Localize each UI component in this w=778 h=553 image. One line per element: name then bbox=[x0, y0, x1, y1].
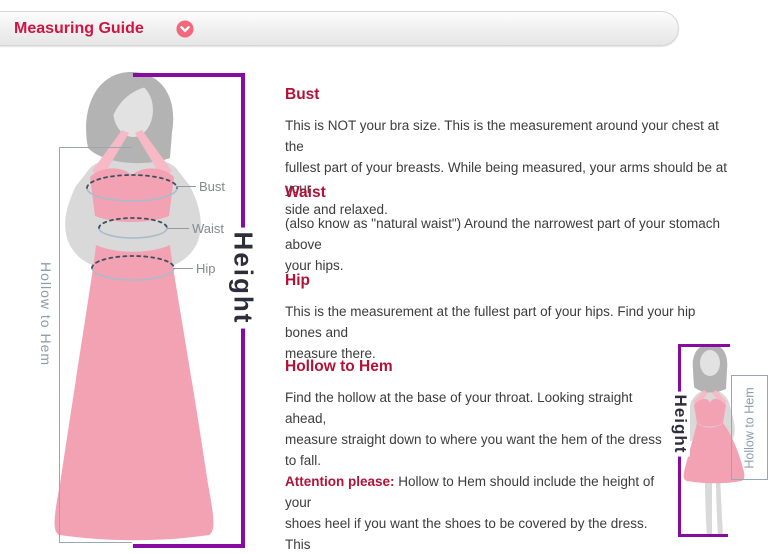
small-hollow-to-hem-label: Hollow to Hem bbox=[743, 387, 757, 468]
height-label: Height bbox=[228, 228, 259, 329]
hip-diagram-label: Hip bbox=[196, 261, 216, 276]
hollow-bracket-top bbox=[59, 147, 132, 148]
small-legs bbox=[705, 476, 723, 537]
chevron-down-icon bbox=[176, 20, 194, 38]
front-figure-illustration bbox=[38, 64, 258, 553]
small-height-label: Height bbox=[670, 392, 690, 457]
small-hollow-to-hem-box: Hollow to Hem bbox=[731, 375, 768, 480]
attention-please-label: Attention please: bbox=[285, 474, 395, 489]
height-bracket-top bbox=[133, 73, 245, 77]
section-waist: Waist (also know as "natural waist") Aro… bbox=[285, 184, 730, 276]
chevron-down-icon[interactable] bbox=[176, 20, 194, 38]
hollow-to-hem-label: Hollow to Hem bbox=[38, 262, 54, 366]
measuring-guide-page: Measuring Guide bbox=[0, 0, 778, 553]
bust-diagram-label: Bust bbox=[199, 179, 225, 194]
page-title: Measuring Guide bbox=[14, 12, 144, 45]
hollow-bracket-line bbox=[59, 147, 60, 542]
measuring-guide-header-bar[interactable]: Measuring Guide bbox=[0, 11, 679, 46]
hollow-to-hem-heading: Hollow to Hem bbox=[285, 358, 673, 376]
small-height-bracket-bottom bbox=[678, 534, 728, 537]
hollow-to-hem-paragraph: Find the hollow at the base of your thro… bbox=[285, 387, 673, 553]
dress-bodice bbox=[90, 168, 174, 222]
height-bracket-bottom bbox=[133, 544, 245, 548]
waist-diagram-label: Waist bbox=[192, 221, 224, 236]
waist-paragraph: (also know as "natural waist") Around th… bbox=[285, 213, 730, 276]
dress-skirt bbox=[55, 245, 214, 540]
bust-heading: Bust bbox=[285, 86, 730, 104]
small-face-shape bbox=[700, 350, 720, 376]
hip-heading: Hip bbox=[285, 272, 730, 290]
bust-pointer-line bbox=[176, 186, 196, 187]
small-height-bracket-top bbox=[678, 344, 730, 347]
section-hollow-to-hem: Hollow to Hem Find the hollow at the bas… bbox=[285, 358, 673, 553]
hip-pointer-line bbox=[173, 268, 193, 269]
small-dress-bodice bbox=[694, 399, 726, 427]
hollow-paragraph-intro: Find the hollow at the base of your thro… bbox=[285, 390, 662, 468]
waist-heading: Waist bbox=[285, 184, 730, 202]
hollow-bracket-bottom bbox=[59, 542, 132, 543]
waist-pointer-line bbox=[167, 228, 189, 229]
